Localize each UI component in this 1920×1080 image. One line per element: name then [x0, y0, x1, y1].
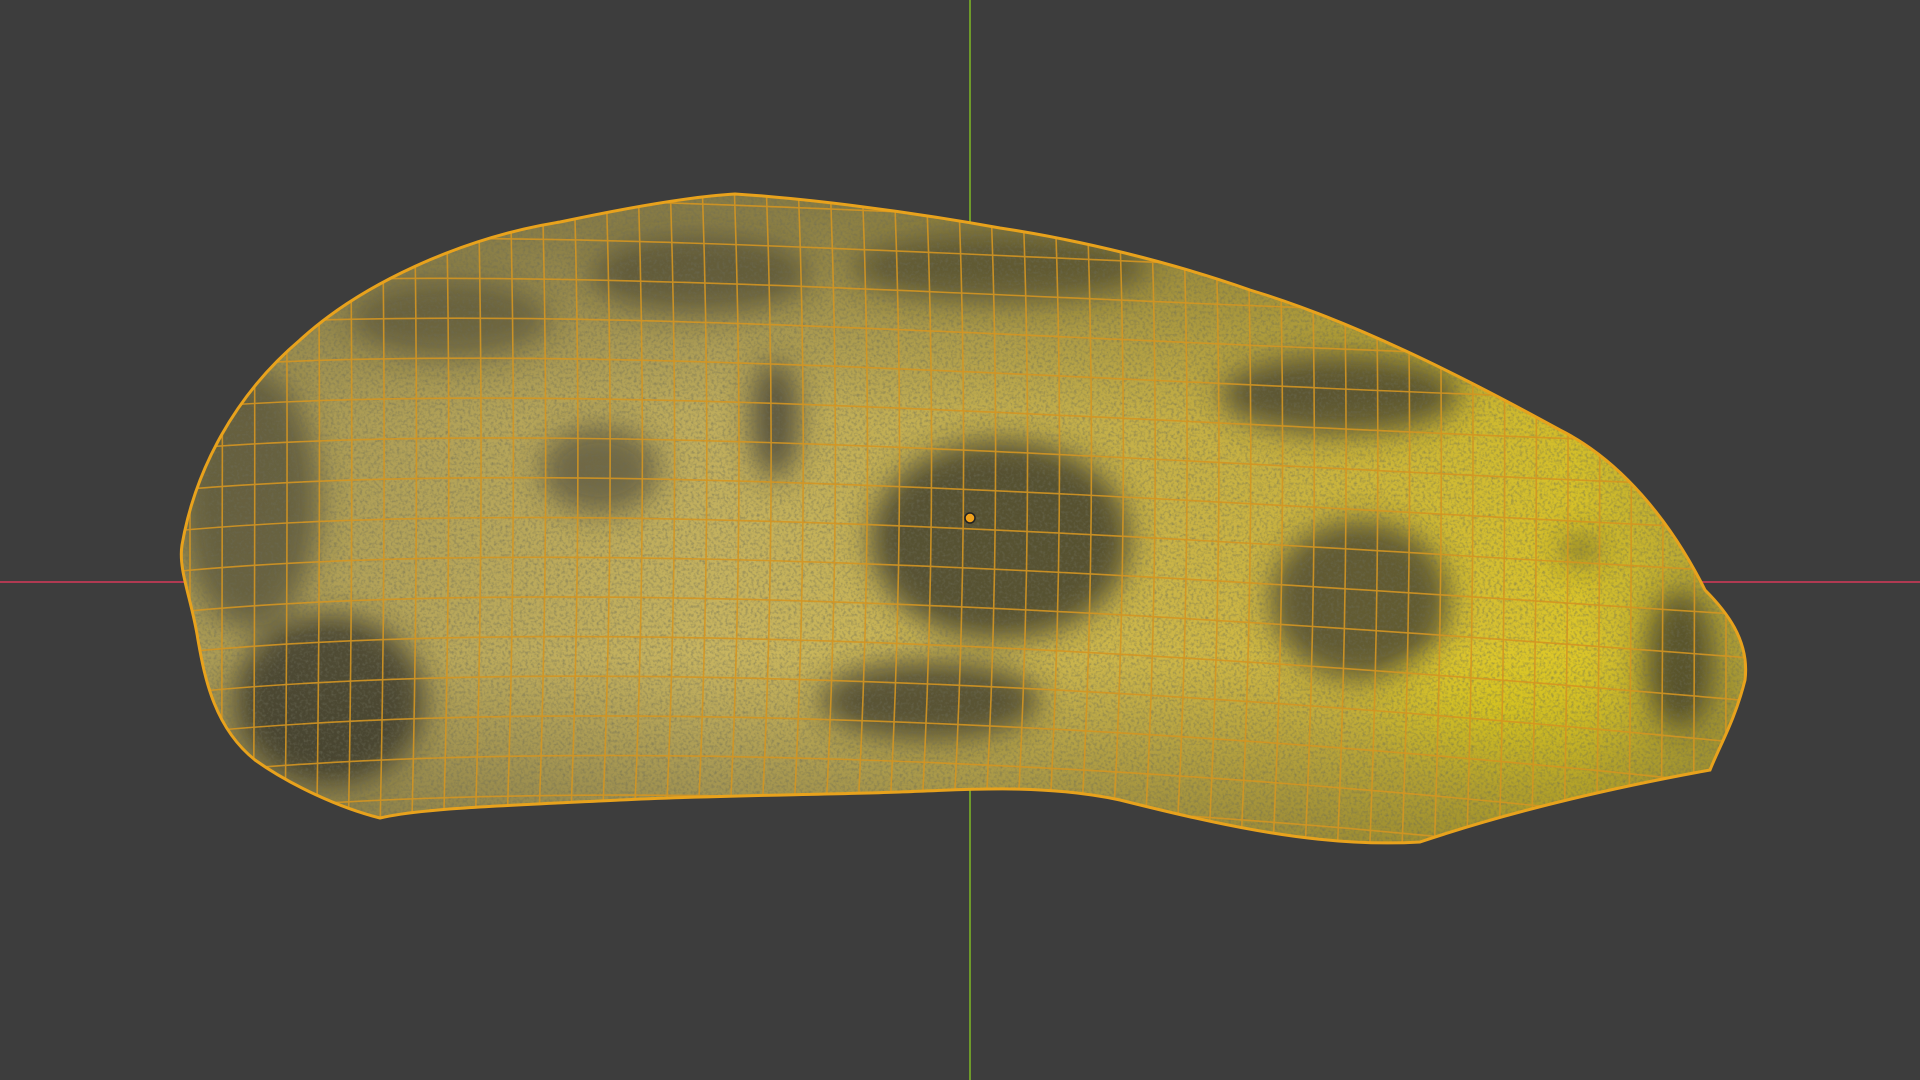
wireframe-edge — [170, 158, 1760, 192]
wireframe-edge — [181, 833, 1746, 843]
banana-mesh[interactable] — [150, 158, 1770, 917]
wireframe-edge — [220, 194, 224, 843]
object-origin-dot[interactable] — [964, 512, 976, 524]
wireframe-edge — [1724, 194, 1728, 843]
wireframe-edge — [1692, 194, 1696, 843]
viewport-canvas[interactable] — [0, 0, 1920, 1080]
3d-viewport[interactable] — [0, 0, 1920, 1080]
